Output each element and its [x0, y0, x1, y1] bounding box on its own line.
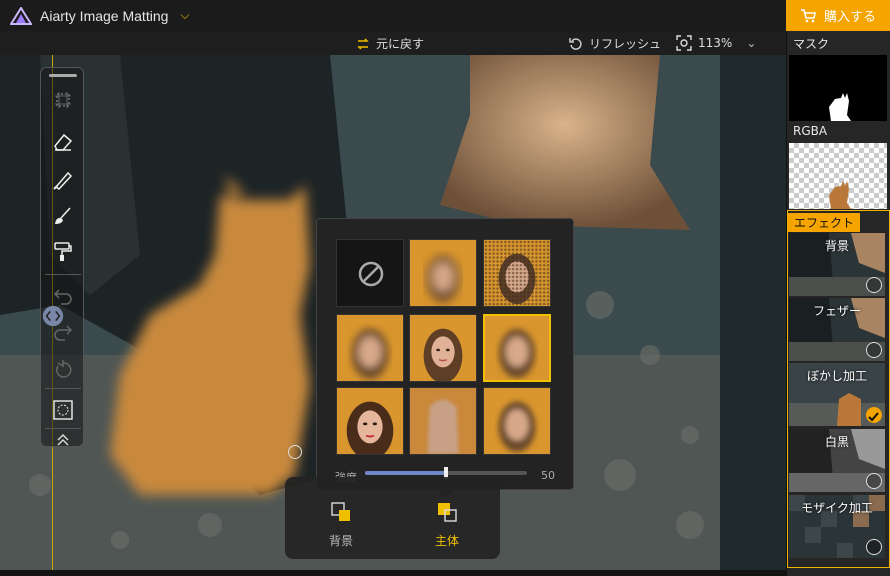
right-panel: マスク RGBA エフェクト 背景 フェザー ぼかし加工 白黒 モザイク加工 [786, 31, 890, 576]
refresh-label: リフレッシュ [589, 37, 662, 51]
palette-grip[interactable] [49, 74, 77, 77]
zoom-control[interactable]: 113% ⌄ [676, 35, 756, 51]
effect-label: モザイク加工 [801, 501, 873, 515]
rgba-cat-thumbnail [829, 181, 851, 209]
effect-monochrome[interactable]: 白黒 [789, 429, 885, 492]
effect-blur[interactable]: ぼかし加工 [789, 363, 885, 426]
mask-label: マスク [793, 37, 830, 51]
portrait-thumbnail [337, 315, 403, 381]
undo-label: 元に戻す [376, 37, 425, 51]
divider [45, 388, 81, 389]
app-logo-icon [10, 6, 32, 25]
broom-icon[interactable] [51, 204, 75, 228]
mask-preview[interactable] [789, 55, 887, 121]
effect-radio[interactable] [866, 342, 882, 358]
subject-target-button[interactable]: 主体 [417, 501, 477, 549]
effect-background[interactable]: 背景 [789, 233, 885, 296]
crop-icon[interactable] [51, 88, 75, 112]
tool-palette [40, 67, 84, 447]
effect-option-selected[interactable] [483, 314, 551, 382]
effect-label: フェザー [812, 304, 861, 318]
chevron-down-icon[interactable]: ⌵ [180, 8, 189, 23]
effect-radio[interactable] [866, 539, 882, 555]
strength-slider[interactable] [365, 467, 527, 479]
brush-icon[interactable] [51, 168, 75, 192]
roller-icon[interactable] [51, 240, 75, 264]
rgba-preview[interactable] [789, 143, 887, 209]
effect-option[interactable] [409, 387, 477, 455]
portrait-thumbnail [410, 315, 476, 381]
portrait-thumbnail [485, 316, 549, 380]
portrait-thumbnail [484, 240, 550, 306]
rgba-label: RGBA [793, 124, 828, 138]
effect-radio[interactable] [866, 473, 882, 489]
zoom-fit-icon [676, 35, 692, 51]
effect-option[interactable] [336, 387, 404, 455]
strength-value: 50 [541, 469, 555, 482]
effect-option[interactable] [409, 239, 477, 307]
effect-option[interactable] [336, 314, 404, 382]
effect-option[interactable] [483, 239, 551, 307]
popup-pointer [438, 490, 452, 498]
effect-style-popup: 強度 50 [316, 218, 574, 490]
portrait-thumbnail [410, 240, 476, 306]
effects-tab[interactable]: エフェクト [788, 213, 861, 232]
effect-radio[interactable] [866, 277, 882, 293]
zoom-value: 113% [698, 36, 733, 50]
check-icon [868, 412, 879, 422]
divider [45, 274, 81, 275]
cart-icon [800, 8, 816, 22]
redo-icon[interactable] [51, 320, 75, 344]
background-target-label: 背景 [328, 534, 353, 548]
eraser-icon[interactable] [51, 130, 75, 154]
toolbar: 元に戻す リフレッシュ 113% ⌄ [0, 31, 786, 55]
effect-label: ぼかし加工 [806, 369, 867, 383]
portrait-thumbnail [410, 388, 476, 454]
undo-button[interactable]: 元に戻す [356, 35, 424, 52]
background-layer-icon [331, 502, 350, 521]
effect-option[interactable] [483, 387, 551, 455]
swap-arrows-icon [357, 37, 369, 50]
mask-cat-silhouette [829, 93, 851, 121]
reset-icon[interactable] [51, 358, 75, 382]
effect-mosaic[interactable]: モザイク加工 [789, 495, 885, 558]
target-switcher: 背景 主体 [285, 477, 500, 559]
effect-label: 背景 [824, 239, 849, 253]
lasso-icon[interactable] [51, 398, 75, 422]
title-bar: Aiarty Image Matting ⌵ [0, 0, 786, 31]
portrait-thumbnail [337, 388, 403, 454]
preview-toggle-icon[interactable] [288, 445, 302, 459]
slider-fill [365, 471, 446, 475]
effect-radio-checked[interactable] [866, 407, 882, 423]
effect-feather[interactable]: フェザー [789, 298, 885, 361]
subject-target-label: 主体 [434, 534, 459, 548]
buy-label: 購入する [823, 10, 876, 25]
effect-option[interactable] [409, 314, 477, 382]
subject-layer-icon [438, 503, 457, 522]
effect-option-none[interactable] [336, 239, 404, 307]
status-bar [0, 570, 786, 576]
collapse-icon[interactable] [51, 428, 75, 452]
effect-label: 白黒 [824, 435, 849, 449]
chevron-down-icon[interactable]: ⌄ [746, 36, 756, 50]
background-target-button[interactable]: 背景 [311, 501, 371, 549]
portrait-thumbnail [484, 388, 550, 454]
refresh-button[interactable]: リフレッシュ [569, 35, 661, 52]
refresh-icon [569, 37, 582, 50]
app-title: Aiarty Image Matting [40, 7, 169, 24]
buy-button[interactable]: 購入する [786, 0, 890, 31]
no-effect-icon [358, 261, 384, 287]
